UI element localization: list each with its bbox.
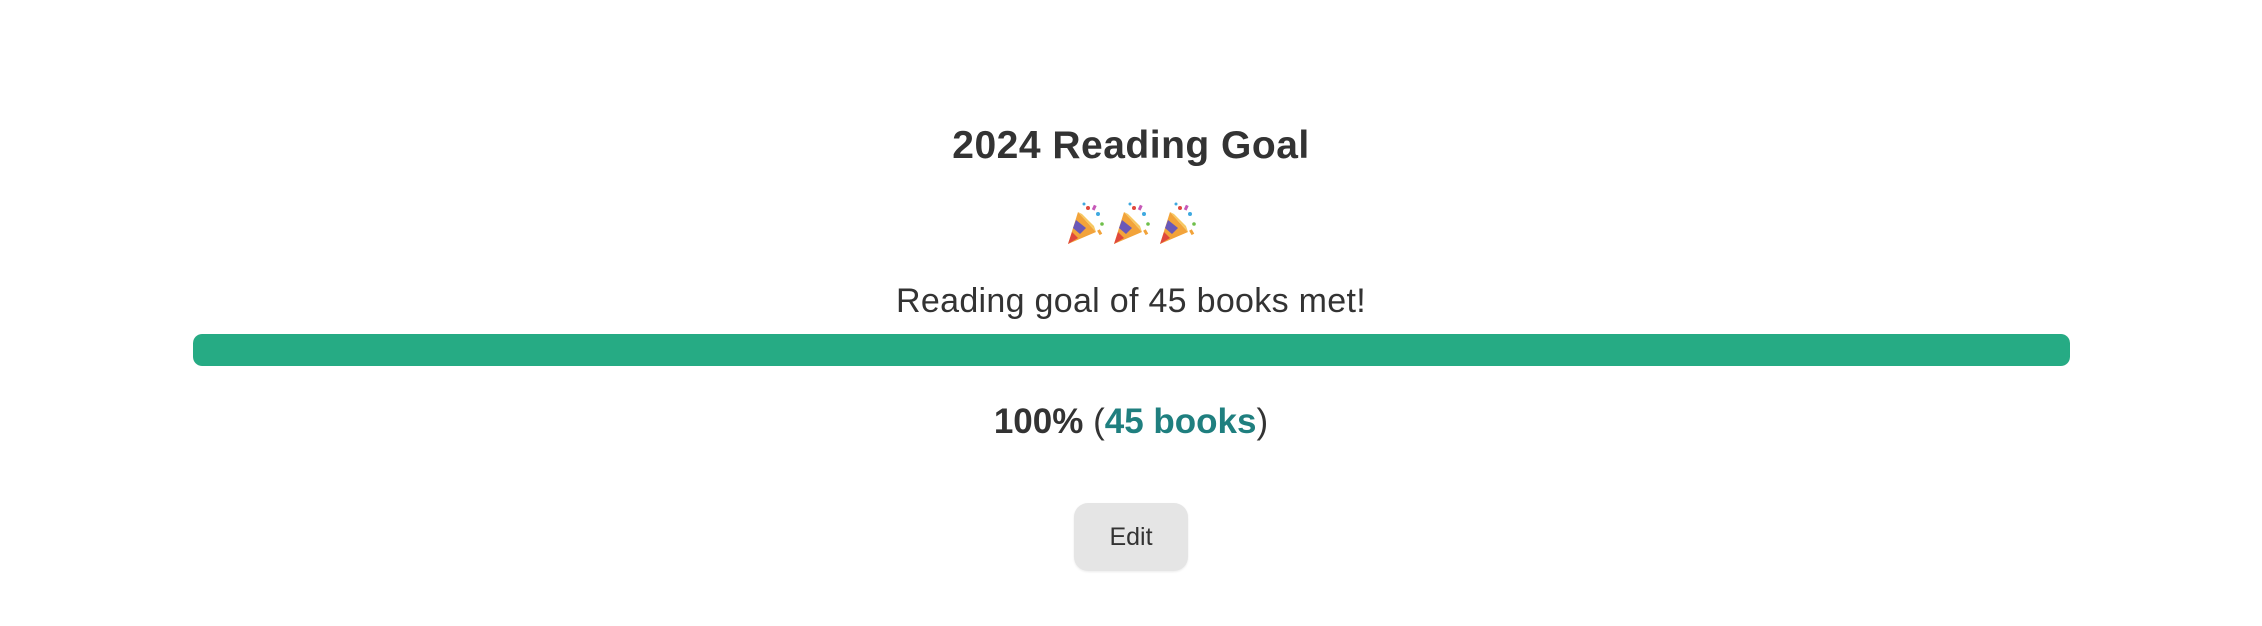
progress-stats: 100% (45 books) (0, 396, 2262, 448)
page-title: 2024 Reading Goal (952, 124, 1310, 167)
edit-button[interactable]: Edit (1074, 503, 1188, 571)
books-count-link[interactable]: 45 books (1105, 402, 1257, 441)
party-popper-icon (1156, 202, 1198, 244)
party-popper-icon (1110, 202, 1156, 244)
close-paren: ) (1256, 402, 1269, 441)
party-popper-icon (1064, 202, 1110, 244)
reading-goal-widget: 2024 Reading Goal Reading goal of 45 boo… (0, 0, 2262, 626)
progress-percent: 100% (993, 402, 1084, 441)
progress-bar-fill (193, 334, 2070, 366)
celebration-icons (0, 200, 2262, 250)
goal-status-message: Reading goal of 45 books met! (896, 282, 1366, 320)
open-paren: ( (1093, 402, 1105, 441)
progress-bar (193, 334, 2070, 366)
